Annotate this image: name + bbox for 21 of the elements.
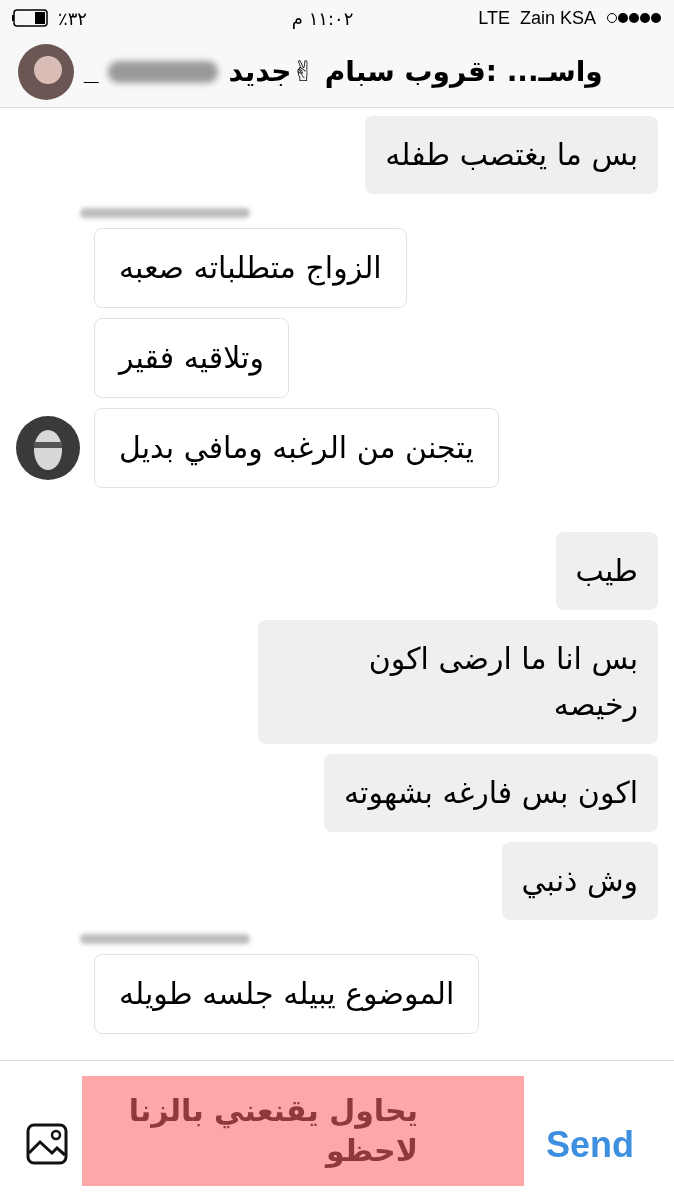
- message-bubble: يتجنن من الرغبه ومافي بديل: [94, 408, 499, 488]
- message-bubble: اكون بس فارغه بشهوته: [324, 754, 658, 832]
- battery-percent: ٪٣٢: [58, 6, 87, 31]
- message-bubble: وتلاقيه فقير: [94, 318, 289, 398]
- message-bubble: بس ما يغتصب طفله: [365, 116, 658, 194]
- chat-title: واسـ... :قروب سبام ✌جديد: [228, 53, 603, 90]
- message-bubble: الموضوع يبيله جلسه طويله: [94, 954, 480, 1034]
- annotation-text: يحاول يقنعني بالزنا لاحظو: [127, 1091, 418, 1170]
- carrier-name: Zain KSA: [519, 6, 596, 30]
- title-suffix: _: [84, 55, 99, 88]
- network-type: LTE: [478, 6, 510, 30]
- message-bubble: طيب: [555, 532, 658, 610]
- message-bubble: الزواج متطلباته صعبه: [94, 228, 407, 308]
- status-time: ١١:٠٢ م: [291, 6, 354, 31]
- message-bubble: بس انا ما ارضى اكون رخيصه: [258, 620, 658, 744]
- message-bubble: وش ذنبي: [501, 842, 658, 920]
- image-icon[interactable]: [26, 1122, 68, 1165]
- signal-icon: [606, 12, 662, 24]
- avatar-icon[interactable]: [16, 416, 80, 480]
- avatar-icon[interactable]: [18, 43, 74, 100]
- send-button[interactable]: Send: [546, 1117, 634, 1172]
